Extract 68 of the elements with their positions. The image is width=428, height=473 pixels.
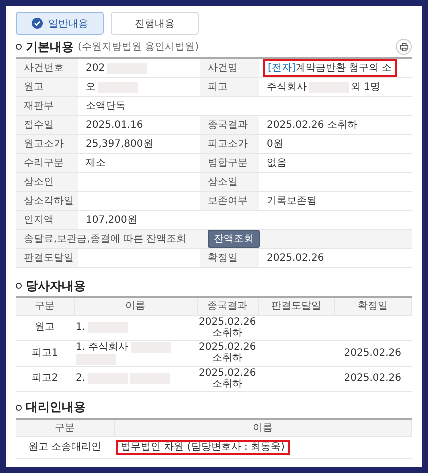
electronic-tag: [전자] xyxy=(268,61,296,75)
field-label: 원고소가 xyxy=(16,135,78,154)
field-value: 2025.02.26 xyxy=(267,252,324,264)
field-value: 0원 xyxy=(267,138,284,151)
field-value: 없음 xyxy=(267,157,287,170)
column-header: 이름 xyxy=(74,297,197,315)
field-label: 상소일 xyxy=(200,173,259,192)
field-label: 확정일 xyxy=(200,249,259,268)
field-label: 피고 xyxy=(200,78,259,97)
table-cell: 피고1 xyxy=(16,340,74,366)
table-cell: 원고 소송대리인 xyxy=(16,436,114,458)
printer-icon xyxy=(400,42,408,52)
column-header: 확정일 xyxy=(334,297,412,315)
field-label: 병합구분 xyxy=(200,154,259,173)
bullet-icon xyxy=(16,44,22,50)
column-header: 판결도달일 xyxy=(258,297,334,315)
field-value: 25,397,800원 xyxy=(86,138,154,151)
field-label: 피고소가 xyxy=(200,135,259,154)
field-label: 사건명 xyxy=(200,59,259,78)
section-title: 기본내용 xyxy=(26,38,74,56)
section-title: 당사자내용 xyxy=(26,278,86,294)
column-header: 종국결과 xyxy=(197,297,258,315)
field-label: 상소인 xyxy=(16,173,78,192)
table-cell: 2025.02.26 xyxy=(344,373,402,384)
field-value: 107,200원 xyxy=(86,214,138,227)
field-value: 소액단독 xyxy=(86,100,126,113)
field-value: 기록보존됨 xyxy=(267,195,317,208)
field-label: 송달료,보관금,종결에 따른 잔액조회 xyxy=(16,230,200,249)
field-label: 수리구분 xyxy=(16,154,78,173)
table-cell: 2025.02.26 소취하 xyxy=(197,340,258,366)
case-name: 계약금반환 청구의 소 xyxy=(296,62,392,75)
field-label: 보존여부 xyxy=(200,192,259,211)
print-button[interactable] xyxy=(396,39,412,55)
field-value: 1. 주식회사 xyxy=(76,342,129,352)
agent-name: 법무법인 차원 (담당변호사 : 최동욱) xyxy=(116,440,290,455)
field-value: 제소 xyxy=(86,157,106,170)
field-label: 사건번호 xyxy=(16,59,78,78)
field-label: 인지액 xyxy=(16,211,78,230)
field-label: 재판부 xyxy=(16,97,78,116)
field-label: 접수일 xyxy=(16,116,78,135)
table-cell: 2025.02.26 xyxy=(344,348,402,358)
field-value: 주식회사 xyxy=(267,81,307,94)
tab[interactable]: 진행내용 xyxy=(111,12,199,35)
bullet-icon xyxy=(16,404,22,410)
tab[interactable]: 일반내용 xyxy=(16,12,104,35)
field-value: 2025.01.16 xyxy=(86,120,144,130)
table-cell: 2025.02.26 소취하 xyxy=(197,315,258,340)
field-label: 종국결과 xyxy=(200,116,259,135)
field-value: 2025.02.26 소취하 xyxy=(267,119,358,132)
section-title: 대리인내용 xyxy=(26,399,86,416)
field-value: 외 1명 xyxy=(351,81,381,94)
table-cell: 2025.02.26 소취하 xyxy=(197,366,258,391)
field-value: 202 xyxy=(86,62,106,74)
bullet-icon xyxy=(16,283,22,289)
court-name: (수원지방법원 용인시법원) xyxy=(78,41,199,54)
table-cell: 원고 xyxy=(16,315,74,340)
check-circle-icon xyxy=(32,18,42,29)
column-header: 이름 xyxy=(114,418,412,436)
column-header: 구분 xyxy=(16,297,74,315)
field-label: 상소각하일 xyxy=(16,192,78,211)
field-label: 원고 xyxy=(16,78,78,97)
field-value: 오 xyxy=(86,81,96,94)
field-value: 2. xyxy=(76,373,86,384)
field-value: 1. xyxy=(76,322,86,333)
table-cell: 피고2 xyxy=(16,366,74,391)
balance-button[interactable]: 잔액조회 xyxy=(208,230,260,248)
column-header: 구분 xyxy=(16,418,114,436)
field-label: 판결도달일 xyxy=(16,249,78,268)
